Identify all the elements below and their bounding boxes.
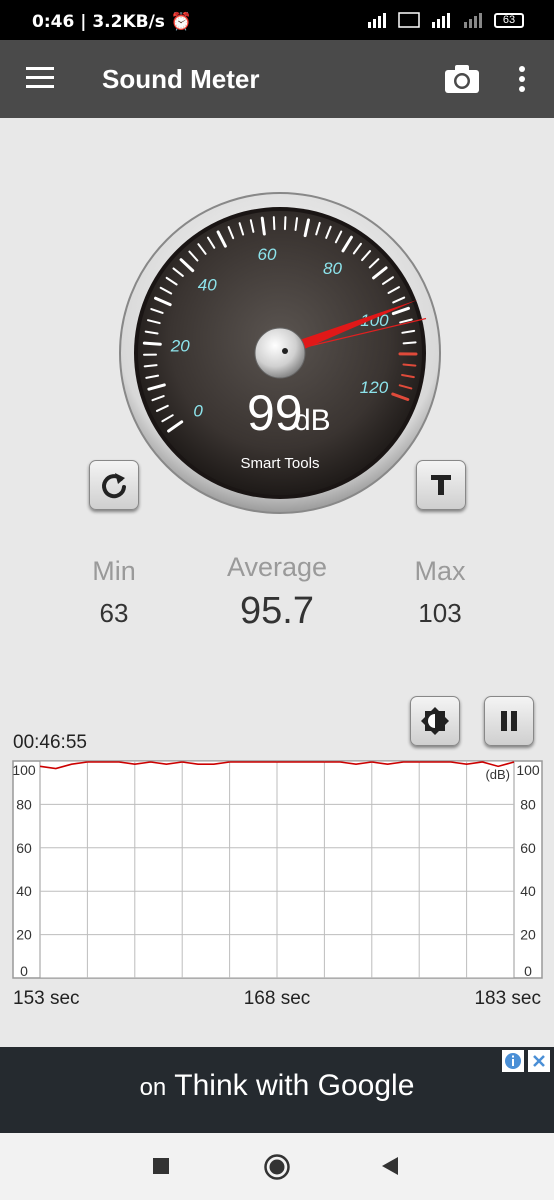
chart-unit-label: (dB) [485, 767, 510, 782]
gauge-scale-label: 20 [170, 337, 190, 356]
battery-level: 63 [502, 13, 516, 26]
gauge-scale-label: 40 [198, 275, 217, 294]
status-left: 0:46 | 3.2KB/s ⏰ [32, 12, 193, 32]
ad-banner[interactable]: on Think with Google [0, 1047, 554, 1133]
chart-y-tick-left: 0 [20, 963, 28, 979]
min-label: Min [92, 556, 136, 586]
battery-icon: 63 [494, 12, 524, 28]
min-value: 63 [99, 598, 129, 628]
chart-y-tick-left: 20 [16, 927, 32, 943]
status-right: 63 [366, 12, 524, 28]
sound-level-gauge: 020406080100120 99 dB Smart Tools [119, 192, 441, 514]
graph-timestamp: 00:46:55 [13, 732, 87, 753]
max-label: Max [414, 556, 466, 586]
back-icon[interactable] [380, 1155, 400, 1177]
volte-icon [398, 12, 420, 28]
refresh-icon [102, 473, 126, 499]
chart-y-tick-left: 100 [12, 762, 36, 778]
gauge-hub [254, 327, 306, 379]
chart-y-tick-left: 80 [16, 796, 32, 812]
gauge-scale-label: 120 [360, 378, 389, 397]
chart-y-tick-right: 20 [520, 927, 536, 943]
chart-y-tick-right: 0 [524, 963, 532, 979]
ad-main-text: Think with Google [174, 1069, 415, 1102]
chart-y-tick-right: 40 [520, 883, 536, 899]
text-t-icon [431, 475, 451, 495]
chart-y-tick-left: 40 [16, 883, 32, 899]
gauge-tick [402, 363, 417, 367]
gauge-scale-label: 60 [257, 245, 276, 264]
ad-info-icon[interactable] [502, 1050, 524, 1072]
app-title: Sound Meter [102, 64, 260, 94]
more-options-icon[interactable] [512, 65, 532, 95]
chart-x-tick: 183 sec [474, 988, 541, 1009]
average-label: Average [226, 552, 328, 582]
brightness-icon [421, 707, 449, 735]
gauge-unit: dB [294, 404, 331, 437]
text-toggle-button[interactable] [416, 460, 466, 510]
brightness-button[interactable] [410, 696, 460, 746]
gauge-scale-label: 80 [323, 259, 342, 278]
chart-x-tick: 153 sec [13, 988, 80, 1009]
gauge-tick [260, 216, 266, 236]
signal-4g-icon [432, 13, 450, 28]
decibel-history-chart: 100 100 80 80 60 60 40 40 20 20 0 0 (dB) 153 sec 168 s… [12, 760, 543, 1009]
chart-y-tick-right: 80 [520, 796, 536, 812]
alarm-icon: ⏰ [170, 12, 193, 32]
menu-icon [26, 67, 54, 70]
camera-icon[interactable] [444, 64, 480, 94]
max-value: 103 [418, 598, 462, 628]
wifi-icon [464, 13, 482, 28]
pause-icon [501, 711, 517, 731]
chart-x-tick: 168 sec [244, 988, 311, 1009]
app-bar: Sound Meter [0, 40, 554, 118]
ad-pre-text: on [139, 1074, 167, 1101]
status-time: 0:46 [32, 12, 75, 32]
gauge-tick [143, 364, 158, 368]
average-value: 95.7 [240, 590, 314, 632]
recents-icon[interactable] [152, 1157, 170, 1175]
navigation-bar [0, 1133, 554, 1200]
pause-button[interactable] [484, 696, 534, 746]
home-icon[interactable] [263, 1153, 291, 1181]
chart-y-tick-right: 60 [520, 840, 536, 856]
ad-text: on Think with Google [0, 1069, 554, 1103]
menu-button[interactable] [26, 67, 54, 89]
chart-y-tick-right: 100 [516, 762, 540, 778]
reset-button[interactable] [89, 460, 139, 510]
gauge-brand: Smart Tools [241, 455, 320, 472]
ad-close-icon[interactable] [528, 1050, 550, 1072]
signal-icon [368, 13, 386, 28]
status-bar: 0:46 | 3.2KB/s ⏰ 63 [0, 0, 554, 40]
gauge-tick [272, 216, 276, 231]
status-speed: 3.2KB/s [92, 12, 165, 32]
gauge-tick [142, 341, 162, 346]
chart-y-tick-left: 60 [16, 840, 32, 856]
gauge-tick [402, 341, 417, 345]
gauge-scale-label: 0 [193, 401, 203, 420]
